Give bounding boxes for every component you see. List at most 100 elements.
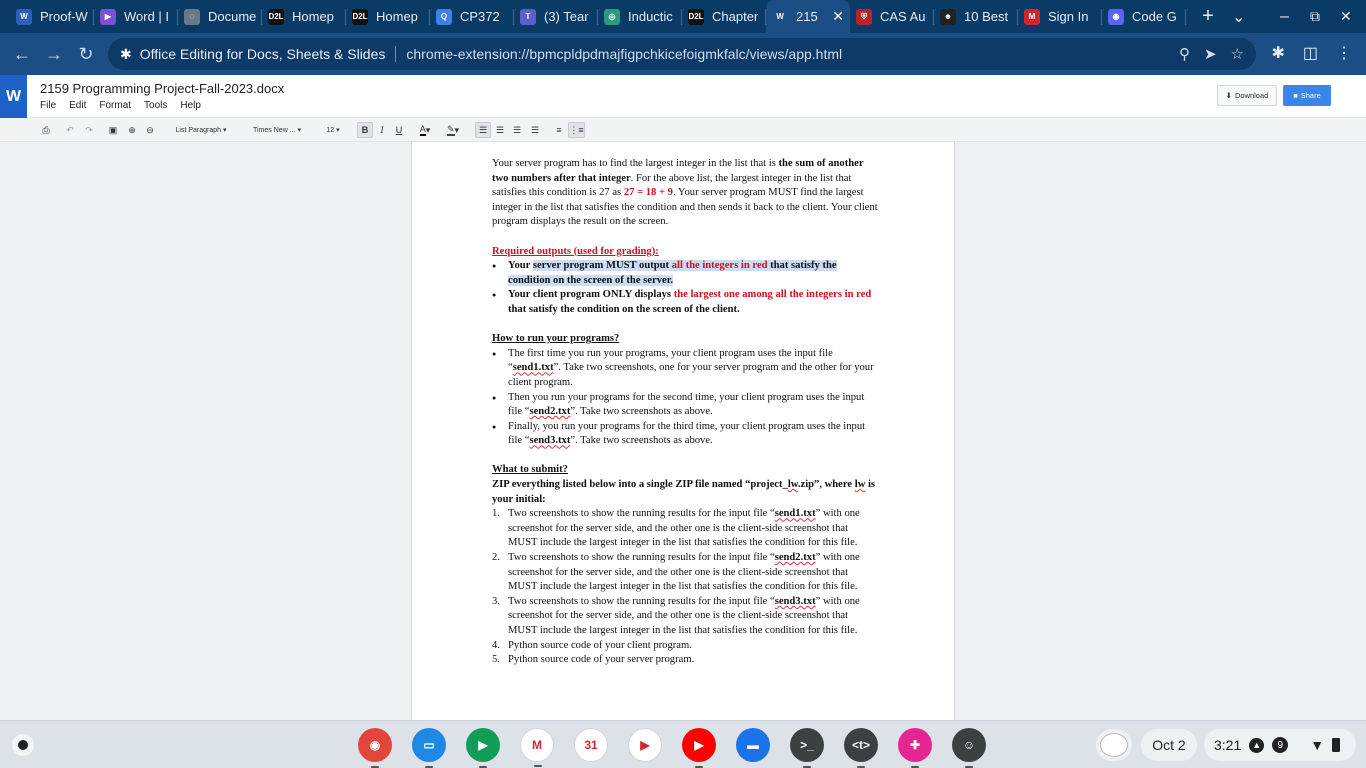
list-item[interactable]: ● Your server program MUST output all the… [492, 259, 878, 288]
document-title[interactable]: 2159 Programming Project-Fall-2023.docx [40, 81, 284, 96]
app-glyph: >_ [800, 738, 814, 752]
forward-arrow-icon[interactable]: → [38, 38, 70, 70]
intro-paragraph[interactable]: Your server program has to find the larg… [492, 157, 878, 230]
underline-button[interactable]: U [392, 122, 406, 138]
terminal-icon[interactable]: >_ [790, 728, 824, 768]
browser-tab[interactable]: ◌ Docume [178, 0, 262, 33]
menu-file[interactable]: File [40, 100, 56, 111]
document-body[interactable]: Your server program has to find the larg… [492, 157, 878, 668]
align-left-icon[interactable]: ☰ [475, 122, 491, 138]
list-item[interactable]: ● Finally, you run your programs for the … [492, 420, 878, 449]
browser-tab[interactable]: T (3) Tear [514, 0, 598, 33]
align-right-icon[interactable]: ☰ [510, 122, 524, 138]
browser-tab[interactable]: D2L Homep [346, 0, 430, 33]
files-icon[interactable]: ▭ [412, 728, 446, 768]
linux-penguin-icon[interactable]: ☺ [952, 728, 986, 768]
document-workspace[interactable]: Your server program has to find the larg… [0, 142, 1366, 720]
omnibox[interactable]: ✱ Office Editing for Docs, Sheets & Slid… [108, 38, 1256, 70]
extensions-icon[interactable]: ✱ [1271, 43, 1284, 63]
close-tab-icon[interactable]: ✕ [832, 8, 844, 25]
what-to-submit-heading[interactable]: What to submit? [492, 463, 878, 478]
new-tab-button[interactable]: + [1192, 5, 1224, 28]
print-icon[interactable]: ⎙ [39, 122, 53, 138]
date-tray[interactable]: Oct 2 [1141, 729, 1197, 761]
align-center-icon[interactable]: ☰ [493, 122, 507, 138]
browser-tab[interactable]: W 215 ✕ [766, 0, 850, 33]
menu-help[interactable]: Help [180, 100, 201, 111]
italic-button[interactable]: I [375, 122, 389, 138]
list-item[interactable]: 4. Python source code of your client prog… [492, 639, 878, 654]
calendar-icon[interactable]: 31 [574, 728, 608, 762]
browser-tab[interactable]: ▶ Word | I [94, 0, 178, 33]
redo-icon[interactable]: ↷ [83, 122, 95, 138]
d2l-icon: D2L [688, 8, 704, 25]
zoom-in-icon[interactable]: ⊕ [125, 122, 139, 138]
menu-format[interactable]: Format [99, 100, 131, 111]
zoom-icon[interactable]: ⚲ [1179, 45, 1190, 63]
font-color-icon[interactable]: A ▾ [414, 122, 436, 138]
submit-intro[interactable]: ZIP everything listed below into a singl… [492, 478, 878, 507]
chat-icon[interactable]: ▬ [736, 728, 770, 762]
browser-tab[interactable]: D2L Chapter [682, 0, 766, 33]
list-item[interactable]: 5. Python source code of your server prog… [492, 653, 878, 668]
browser-tab[interactable]: M Sign In [1018, 0, 1102, 33]
youtube-icon[interactable]: ▶ [682, 728, 716, 768]
minimize-button[interactable]: – [1280, 0, 1289, 33]
font-size-dropdown[interactable]: 12 ▾ [318, 122, 348, 138]
text-run: Your [508, 260, 533, 272]
meet-icon[interactable]: ▶ [466, 728, 500, 768]
undo-icon[interactable]: ↶ [64, 122, 76, 138]
share-icon[interactable]: ➤ [1204, 45, 1217, 63]
tote-icon[interactable] [1096, 729, 1132, 761]
highlight-color-icon[interactable]: ✎ ▾ [442, 122, 464, 138]
screencast-icon[interactable]: ✚ [898, 728, 932, 768]
d2l-icon: D2L [268, 8, 284, 25]
launcher-button[interactable] [12, 734, 34, 756]
tab-search-button[interactable]: ⌄ [1232, 0, 1245, 33]
zoom-out-icon[interactable]: ⊖ [143, 122, 157, 138]
browser-tab[interactable]: W Proof-W [10, 0, 94, 33]
how-to-run-heading[interactable]: How to run your programs? [492, 332, 878, 347]
justify-icon[interactable]: ☰ [528, 122, 542, 138]
url-text[interactable]: chrome-extension://bpmcpldpdmajfigpchkic… [406, 46, 842, 62]
browser-tab[interactable]: ☻ 10 Best [934, 0, 1018, 33]
download-button[interactable]: ⬇ Download [1217, 85, 1277, 106]
list-item[interactable]: 1. Two screenshots to show the running re… [492, 507, 878, 551]
menu-tools[interactable]: Tools [144, 100, 167, 111]
restore-button[interactable]: ⧉ [1310, 0, 1320, 33]
bookmark-star-icon[interactable]: ☆ [1231, 45, 1244, 63]
browser-tab[interactable]: D2L Homep [262, 0, 346, 33]
list-number: 5. [492, 654, 500, 666]
paragraph-style-dropdown[interactable]: List Paragraph ▾ [166, 122, 236, 138]
copilot-icon: ▶ [100, 8, 116, 25]
required-outputs-heading[interactable]: Required outputs (used for grading): [492, 245, 878, 260]
side-panel-icon[interactable]: ◫ [1303, 43, 1318, 63]
browser-tab[interactable]: ◉ Code G [1102, 0, 1186, 33]
font-family-dropdown[interactable]: Times New ... ▾ [242, 122, 312, 138]
dev-tool-icon[interactable]: <t> [844, 728, 878, 768]
share-button[interactable]: ■ Share [1283, 85, 1331, 106]
close-window-button[interactable]: ✕ [1340, 0, 1352, 33]
list-item[interactable]: 2. Two screenshots to show the running re… [492, 551, 878, 595]
bulleted-list-icon[interactable]: ⋮≡ [568, 122, 585, 138]
document-page[interactable]: Your server program has to find the larg… [411, 142, 955, 720]
browser-tab[interactable]: ◎ Inductic [598, 0, 682, 33]
play-store-icon[interactable]: ▶ [628, 728, 662, 762]
browser-tab[interactable]: Q CP372 [430, 0, 514, 33]
browser-tab[interactable]: ⛨ CAS Au [850, 0, 934, 33]
menu-edit[interactable]: Edit [69, 100, 86, 111]
gmail-icon[interactable]: M [520, 728, 554, 767]
reload-icon[interactable]: ↻ [70, 38, 102, 70]
status-tray[interactable]: 3:21 ▲ 9 ▼ [1204, 729, 1356, 761]
numbered-list-icon[interactable]: ≡ [551, 122, 567, 138]
bold-button[interactable]: B [357, 122, 373, 138]
list-item[interactable]: ● Then you run your programs for the seco… [492, 391, 878, 420]
chrome-menu-icon[interactable]: ⋮ [1336, 43, 1352, 63]
list-item[interactable]: ● Your client program ONLY displays the l… [492, 288, 878, 317]
list-item[interactable]: ● The first time you run your programs, y… [492, 347, 878, 391]
fit-page-icon[interactable]: ▣ [106, 122, 120, 138]
list-item[interactable]: 3. Two screenshots to show the running re… [492, 595, 878, 639]
word-logo-icon: W [0, 75, 27, 118]
back-arrow-icon[interactable]: ← [6, 38, 38, 70]
chrome-icon[interactable]: ◉ [358, 728, 392, 768]
